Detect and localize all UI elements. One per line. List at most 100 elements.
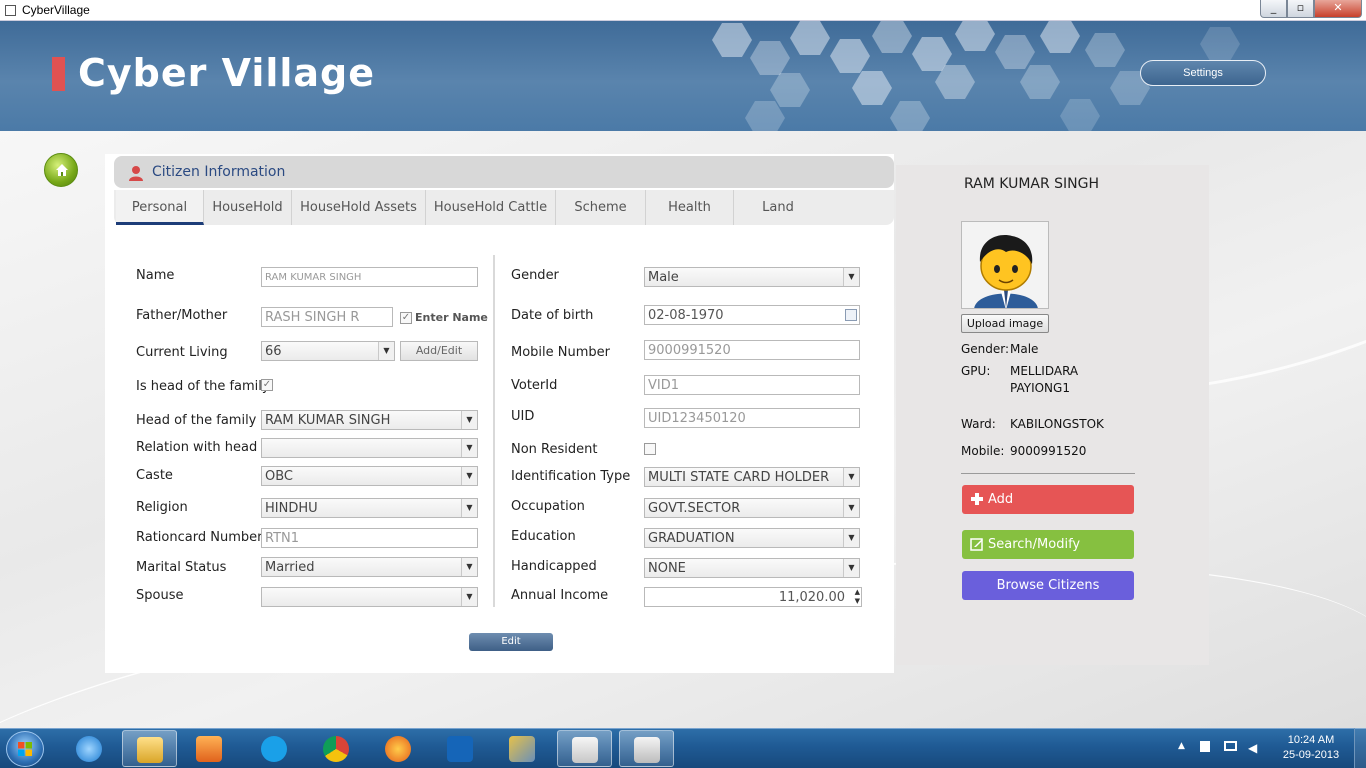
tray-expand-icon[interactable]: ▲ [1178,741,1192,753]
taskbar-maxthon[interactable] [433,730,488,767]
current-living-label: Current Living [136,345,228,360]
spinner-icon[interactable]: ▲ ▼ [855,588,860,606]
chevron-down-icon: ▼ [461,558,477,576]
father-mother-input[interactable]: RASH SINGH R [261,307,393,327]
occupation-select[interactable]: GOVT.SECTOR ▼ [644,498,860,518]
voterid-input[interactable]: VID1 [644,375,860,395]
father-mother-label: Father/Mother [136,308,228,323]
hexagon-decoration [770,73,810,107]
media-player-icon [196,736,222,762]
clock-time: 10:24 AM [1287,734,1335,746]
minimize-button[interactable]: _ [1260,0,1287,18]
gender-select[interactable]: Male ▼ [644,267,860,287]
caste-select[interactable]: OBC ▼ [261,466,478,486]
gpu-info-value: MELLIDARA [1010,364,1079,378]
flag-icon[interactable] [1200,741,1210,752]
tab-bar: Personal HouseHold HouseHold Assets Hous… [114,190,894,225]
dob-label: Date of birth [511,308,594,323]
marital-status-value: Married [265,560,315,575]
firefox-icon [385,736,411,762]
calendar-icon[interactable] [845,309,857,321]
handicapped-value: NONE [648,561,686,576]
tab-household-assets[interactable]: HouseHold Assets [292,190,426,225]
close-button[interactable]: ✕ [1314,0,1362,18]
current-living-select[interactable]: 66 ▼ [261,341,395,361]
enter-name-checkbox[interactable]: ✓ [400,312,412,324]
citizen-name: RAM KUMAR SINGH [964,176,1100,192]
search-modify-button[interactable]: Search/Modify [962,530,1134,559]
education-select[interactable]: GRADUATION ▼ [644,528,860,548]
search-modify-label: Search/Modify [988,537,1081,552]
spouse-select[interactable]: ▼ [261,587,478,607]
edit-button[interactable]: Edit [469,633,553,651]
marital-status-select[interactable]: Married ▼ [261,557,478,577]
volume-icon[interactable]: ◀ [1248,741,1262,755]
handicapped-select[interactable]: NONE ▼ [644,558,860,578]
enter-name-label: Enter Name [415,311,488,324]
tab-health[interactable]: Health [646,190,734,225]
plus-icon [971,493,983,505]
tab-household-cattle[interactable]: HouseHold Cattle [426,190,556,225]
taskbar-ie[interactable] [62,730,117,767]
religion-label: Religion [136,500,188,515]
add-button[interactable]: Add [962,485,1134,514]
caste-value: OBC [265,469,293,484]
rationcard-input[interactable]: RTN1 [261,528,478,548]
religion-select[interactable]: HINDHU ▼ [261,498,478,518]
chevron-down-icon: ▼ [461,439,477,457]
mobile-info-value: 9000991520 [1010,444,1087,458]
network-icon[interactable] [1224,741,1237,751]
dob-input[interactable]: 02-08-1970 [644,305,860,325]
clock[interactable]: 10:24 AM 25-09-2013 [1276,733,1346,763]
taskbar-calculator[interactable] [557,730,612,767]
taskbar-media-player[interactable] [182,730,237,767]
skype-icon [261,736,287,762]
upload-image-button[interactable]: Upload image [961,314,1049,333]
taskbar-cybervillage[interactable] [619,730,674,767]
tab-personal[interactable]: Personal [116,190,204,225]
home-icon[interactable] [44,153,78,187]
section-header: Citizen Information [114,156,894,188]
ie-icon [76,736,102,762]
show-desktop-button[interactable] [1354,728,1366,768]
dob-value: 02-08-1970 [648,308,724,323]
hexagon-decoration [852,71,892,105]
gender-info-value: Male [1010,342,1039,356]
maxthon-icon [447,736,473,762]
browse-citizens-button[interactable]: Browse Citizens [962,571,1134,600]
ward-info-value: KABILONGSTOK [1010,417,1104,431]
uid-input[interactable]: UID123450120 [644,408,860,428]
tab-land[interactable]: Land [734,190,822,225]
head-of-family-select[interactable]: RAM KUMAR SINGH ▼ [261,410,478,430]
annual-income-input[interactable]: 11,020.00 ▲ ▼ [644,587,862,607]
is-head-checkbox[interactable]: ✓ [261,379,273,391]
chevron-down-icon: ▼ [843,559,859,577]
chevron-down-icon: ▼ [843,268,859,286]
maximize-button[interactable]: ▫ [1287,0,1314,18]
tab-scheme[interactable]: Scheme [556,190,646,225]
brand-title: Cyber Village [78,51,376,95]
taskbar-explorer[interactable] [122,730,177,767]
mobile-input[interactable]: 9000991520 [644,340,860,360]
religion-value: HINDHU [265,501,318,516]
add-edit-button[interactable]: Add/Edit [400,341,478,361]
non-resident-checkbox[interactable] [644,443,656,455]
start-button[interactable] [6,731,44,767]
settings-button[interactable]: Settings [1140,60,1266,86]
relation-select[interactable]: ▼ [261,438,478,458]
id-type-select[interactable]: MULTI STATE CARD HOLDER ▼ [644,467,860,487]
app-header: Cyber Village Settings [0,21,1366,131]
chevron-down-icon: ▼ [378,342,394,360]
taskbar-skype[interactable] [247,730,302,767]
is-head-label: Is head of the family [136,379,270,394]
tab-household[interactable]: HouseHold [204,190,292,225]
spouse-label: Spouse [136,588,184,603]
uid-label: UID [511,409,535,424]
taskbar-chrome[interactable] [309,730,364,767]
hexagon-decoration [1040,21,1080,53]
taskbar-firefox[interactable] [371,730,426,767]
taskbar-tools[interactable] [495,730,550,767]
name-input[interactable]: RAM KUMAR SINGH [261,267,478,287]
id-type-value: MULTI STATE CARD HOLDER [648,470,830,485]
chevron-down-icon: ▼ [461,411,477,429]
